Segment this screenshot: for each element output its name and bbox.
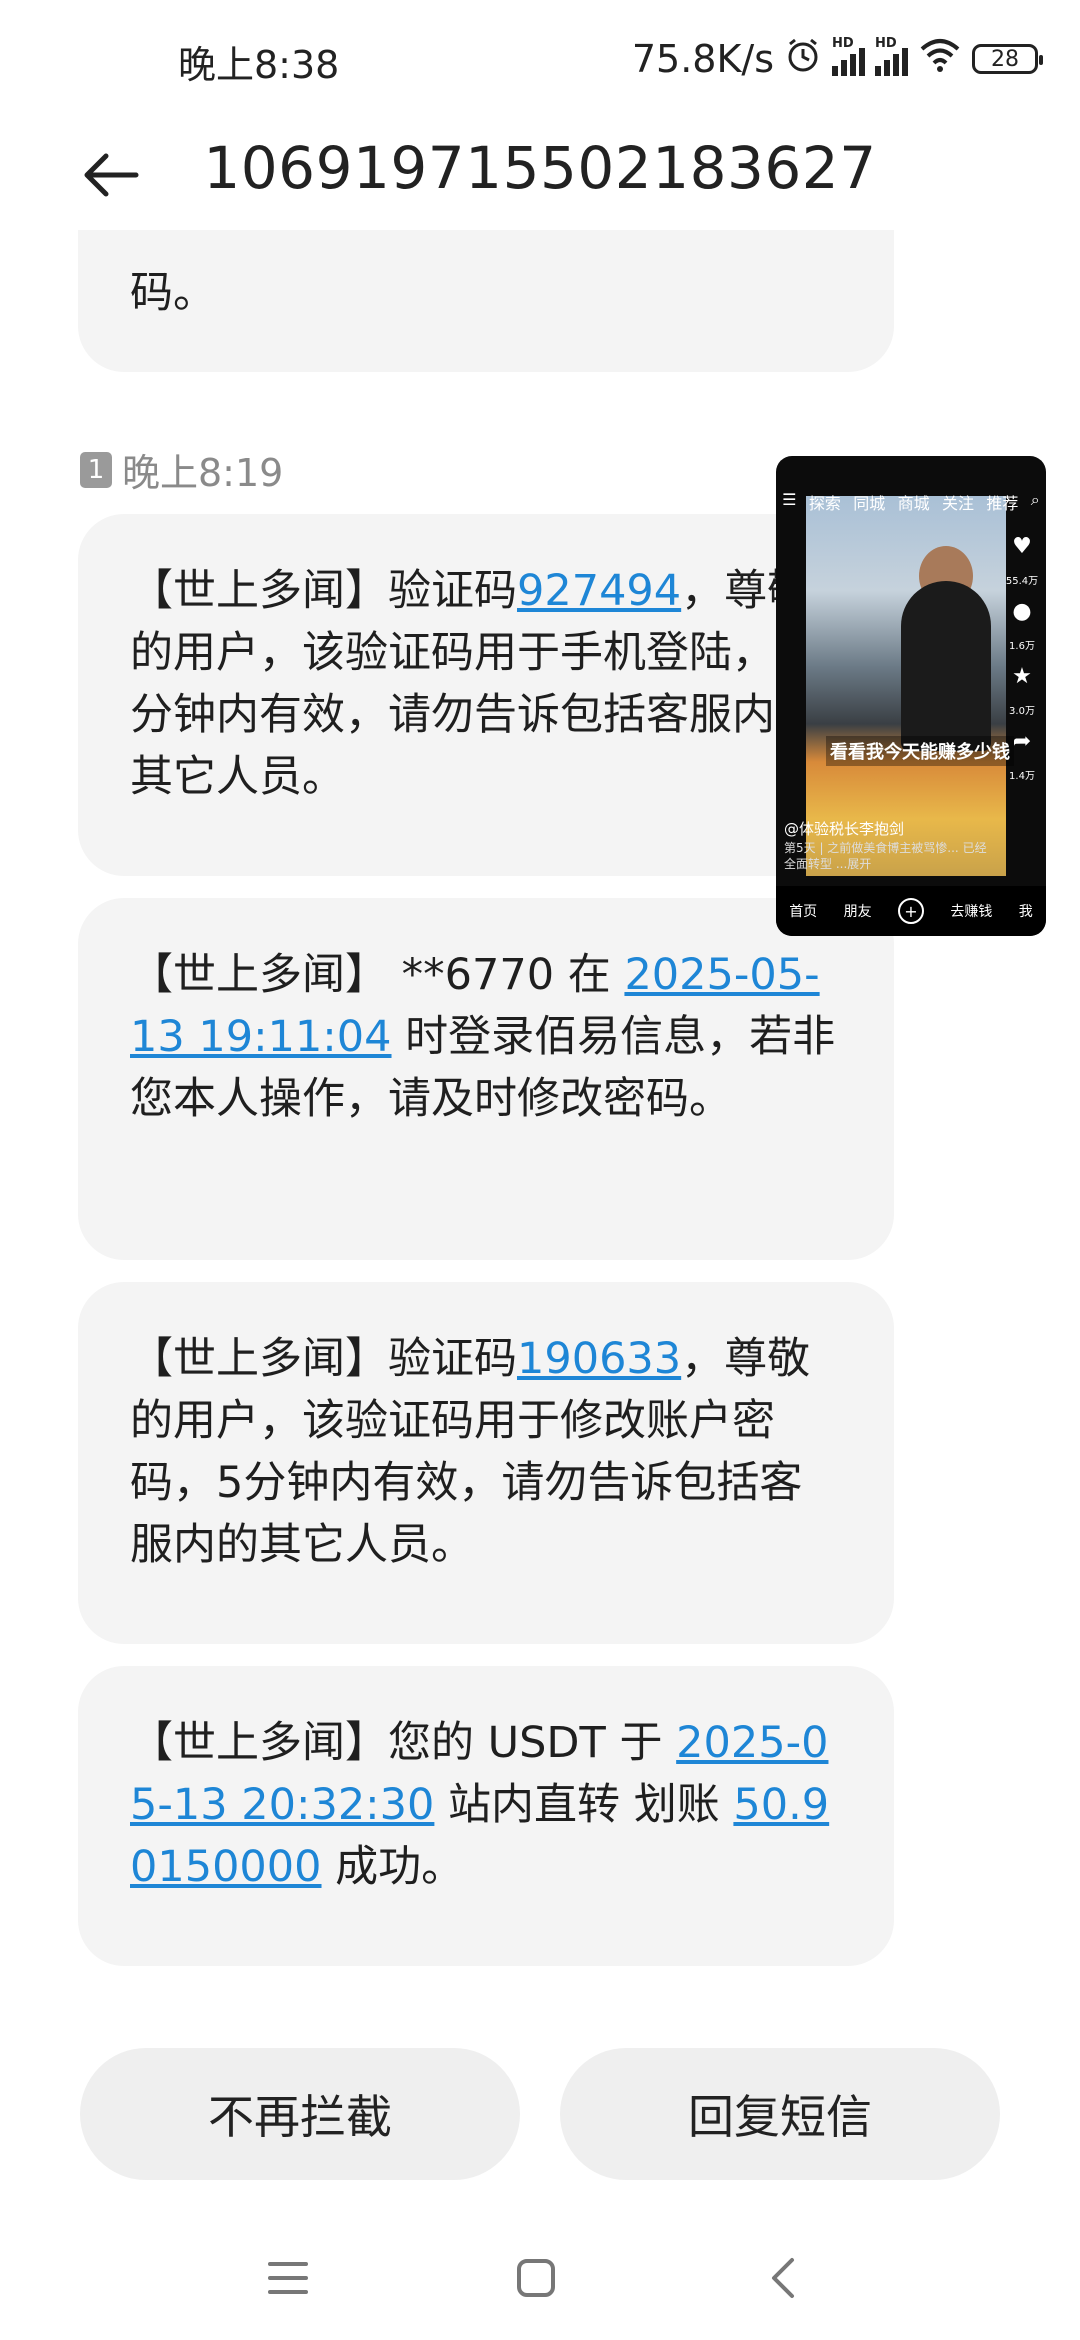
message-text: 码。 (130, 268, 216, 318)
home-square-icon[interactable] (506, 2248, 566, 2308)
video-nav-item[interactable]: 我 (1019, 901, 1033, 921)
verification-code-link[interactable]: 927494 (517, 566, 681, 616)
video-tab[interactable]: 同城 (853, 490, 885, 514)
create-icon[interactable]: + (897, 898, 924, 924)
video-nav-item[interactable]: 首页 (789, 901, 817, 921)
verification-code-link[interactable]: 190633 (517, 1334, 681, 1384)
video-top-tabs: ☰ 探索 同城 商城 关注 推荐 ⌕ (776, 490, 1046, 514)
timestamp-text: 晚上8:19 (122, 451, 284, 495)
message-bubble[interactable]: 【世上多闻】您的 USDT 于 2025-05-13 20:32:30 站内直转… (78, 1666, 894, 1966)
menu-icon[interactable] (258, 2248, 318, 2308)
message-text: 成功。 (321, 1842, 465, 1892)
unblock-button[interactable]: 不再拦截 (80, 2048, 520, 2180)
signal-hd-icon: HD (832, 36, 865, 76)
message-text: 【世上多闻】 **6770 在 (130, 950, 625, 1000)
floating-video-window[interactable]: ☰ 探索 同城 商城 关注 推荐 ⌕ ♥ 55.4万 ● 1.6万 ★ 3.0万… (776, 456, 1046, 936)
share-icon[interactable]: ➦ (1013, 731, 1031, 753)
message-bubble[interactable]: 【世上多闻】验证码190633，尊敬的用户，该验证码用于修改账户密码，5分钟内有… (78, 1282, 894, 1644)
status-bar: 晚上8:38 75.8K/s HD HD 28 (0, 0, 1080, 120)
conversation-header: 10691971550218362​7 (0, 120, 1080, 230)
message-timestamp: 1 晚上8:19 (80, 442, 283, 497)
like-icon[interactable]: ♥ (1012, 536, 1032, 558)
video-tab[interactable]: 探索 (809, 490, 841, 514)
video-tab[interactable]: 推荐 (986, 490, 1018, 514)
video-nav-item[interactable]: 朋友 (844, 901, 872, 921)
video-author: @体验税长李抱剑 (784, 820, 905, 838)
sim-badge: 1 (80, 451, 112, 488)
message-thread[interactable]: 码。 1 晚上8:19 【世上多闻】验证码927494，尊敬的用户，该验证码用于… (0, 230, 1080, 1990)
sender-number: 10691971550218362​7 (203, 134, 877, 202)
video-nav-item[interactable]: 去赚钱 (950, 901, 992, 921)
comment-icon[interactable]: ● (1012, 601, 1031, 623)
message-text: 【世上多闻】您的 USDT 于 (130, 1718, 677, 1768)
menu-icon[interactable]: ☰ (782, 490, 796, 514)
message-bubble-partial[interactable]: 码。 (78, 230, 894, 372)
signal-hd-icon: HD (875, 36, 908, 76)
back-chevron-icon[interactable] (754, 2248, 814, 2308)
message-text: 站内直转 划账 (434, 1780, 734, 1830)
video-tab[interactable]: 关注 (942, 490, 974, 514)
message-bubble[interactable]: 【世上多闻】验证码927494，尊敬的用户，该验证码用于手机登陆，5分钟内有效，… (78, 514, 894, 876)
video-bottom-nav: 首页 朋友 + 去赚钱 我 (776, 886, 1046, 936)
network-speed: 75.8K/s (631, 37, 774, 81)
message-text: 【世上多闻】验证码 (130, 1334, 517, 1384)
battery-icon: 28 (972, 44, 1043, 74)
system-nav-bar (0, 2230, 1080, 2330)
message-bubble[interactable]: 【世上多闻】 **6770 在 2025-05-13 19:11:04 时登录佰… (78, 898, 894, 1260)
star-icon[interactable]: ★ (1012, 666, 1032, 688)
video-caption: 看看我今天能赚多少钱 (826, 736, 1014, 766)
message-text: 【世上多闻】验证码 (130, 566, 517, 616)
wifi-icon (918, 37, 962, 82)
video-description: 第5天 | 之前做美食博主被骂惨... 已经全面转型 ...展开 (784, 841, 987, 871)
video-tab[interactable]: 商城 (898, 490, 930, 514)
reply-sms-button[interactable]: 回复短信 (560, 2048, 1000, 2180)
search-icon[interactable]: ⌕ (1031, 490, 1040, 514)
alarm-icon (784, 36, 822, 83)
action-bar: 不再拦截 回复短信 (0, 2048, 1080, 2180)
status-icons: 75.8K/s HD HD 28 (631, 34, 1043, 84)
status-time: 晚上8:38 (178, 43, 340, 87)
